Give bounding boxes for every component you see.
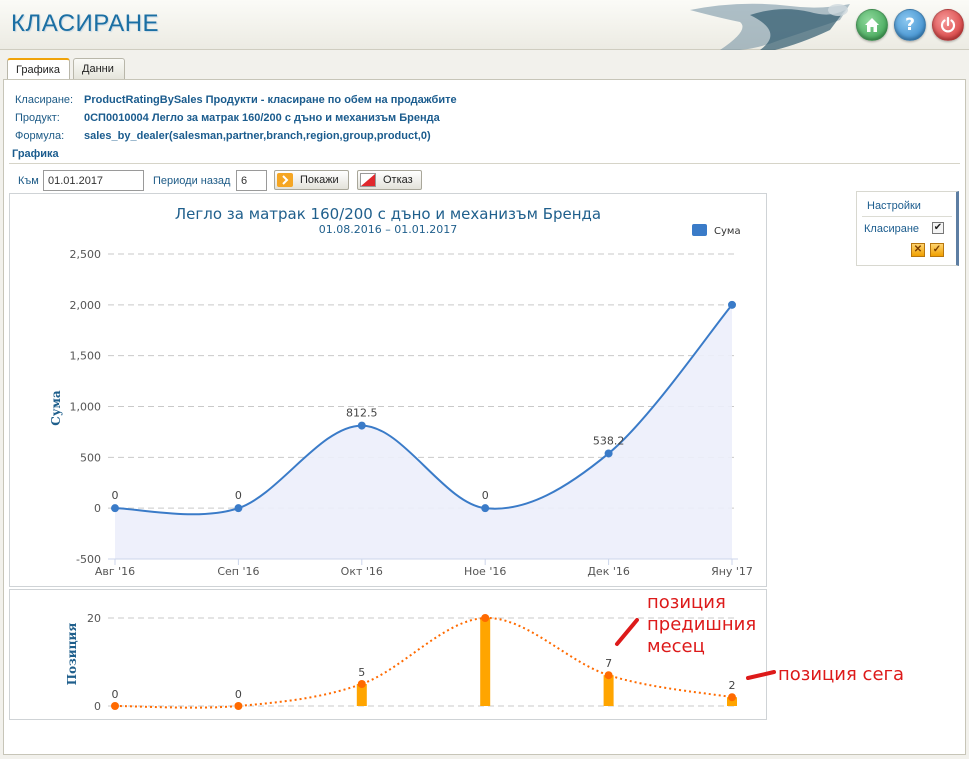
section-title: Графика xyxy=(12,148,59,160)
legend-swatch xyxy=(692,224,707,236)
app-title: КЛАСИРАНЕ xyxy=(11,10,160,37)
x-tick-label: Окт '16 xyxy=(341,565,383,578)
product-label: Продукт: xyxy=(15,112,60,124)
sales-point[interactable] xyxy=(604,449,613,458)
sales-point[interactable] xyxy=(234,504,243,513)
position-point[interactable] xyxy=(728,693,736,702)
position-point[interactable] xyxy=(604,671,613,680)
chart-subtitle: 01.08.2016 – 01.01.2017 xyxy=(319,223,457,236)
formula-value: sales_by_dealer(salesman,partner,branch,… xyxy=(84,130,431,142)
position-data-label: 5 xyxy=(358,666,365,679)
tab-chart[interactable]: Графика xyxy=(7,58,70,80)
cancel-button-label: Отказ xyxy=(383,174,413,186)
tab-data[interactable]: Данни xyxy=(73,58,125,79)
settings-panel: Настройки Класиране ✔ ✕ ✓ xyxy=(856,191,959,266)
position-y-tick-label: 0 xyxy=(94,700,101,713)
annotation-current: позиция сега xyxy=(778,664,905,685)
ranking-option-label: Класиране xyxy=(864,223,920,235)
y-tick-label: 1,500 xyxy=(70,350,102,363)
section-divider xyxy=(9,163,960,164)
position-y-axis-title: Позиция xyxy=(65,623,79,686)
bird-logo xyxy=(690,3,850,50)
y-tick-label: 500 xyxy=(80,451,101,464)
position-bar[interactable] xyxy=(603,675,614,706)
logout-button[interactable] xyxy=(932,9,964,41)
settings-title: Настройки xyxy=(867,200,921,212)
x-tick-label: Авг '16 xyxy=(95,565,135,578)
position-point[interactable] xyxy=(481,614,490,622)
product-value: 0СП0010004 Легло за матрак 160/200 с дън… xyxy=(84,112,440,124)
position-data-label: 7 xyxy=(605,657,612,670)
formula-label: Формула: xyxy=(15,130,65,142)
y-axis-title: Сума xyxy=(49,390,63,426)
x-tick-label: Сеп '16 xyxy=(217,565,259,578)
annotation-previous: позиция предишния месец xyxy=(647,592,757,657)
y-tick-label: 1,000 xyxy=(70,401,102,414)
main-panel: Класиране: ProductRatingBySales Продукти… xyxy=(3,79,966,755)
sales-data-label: 0 xyxy=(235,489,242,502)
ranking-checkbox[interactable]: ✔ xyxy=(932,222,944,234)
to-label: Към xyxy=(18,175,39,187)
position-point[interactable] xyxy=(357,680,366,688)
cancel-icon xyxy=(360,173,376,187)
position-y-tick-label: 20 xyxy=(87,612,101,625)
sales-data-label: 812.5 xyxy=(346,407,378,420)
ranking-value: ProductRatingBySales Продукти - класиран… xyxy=(84,94,457,106)
y-tick-label: 2,000 xyxy=(70,299,102,312)
show-button[interactable]: Покажи xyxy=(274,170,349,190)
sales-point[interactable] xyxy=(357,421,366,430)
home-icon xyxy=(865,18,879,32)
sales-area xyxy=(115,304,732,559)
legend[interactable]: Сума xyxy=(692,224,741,237)
arrow-right-icon xyxy=(277,173,293,187)
y-tick-label: 2,500 xyxy=(70,248,102,261)
help-button[interactable]: ? xyxy=(894,9,926,41)
sales-chart: 2,500 2,000 1,500 1,000 500 0 -500 Авг '16 Сеп … xyxy=(9,193,767,587)
sales-chart-svg: 2,5002,0001,5001,0005000-500 Авг '16 Сеп … xyxy=(49,205,753,578)
power-icon xyxy=(940,16,956,33)
position-point[interactable] xyxy=(234,702,243,710)
chart-title: Легло за матрак 160/200 с дъно и механиз… xyxy=(175,205,601,223)
y-tick-label: 0 xyxy=(94,502,101,515)
position-point[interactable] xyxy=(111,702,119,710)
x-tick-label: Ное '16 xyxy=(464,565,506,578)
legend-label: Сума xyxy=(714,226,741,237)
app-header: КЛАСИРАНЕ ? xyxy=(0,0,969,50)
settings-apply-button[interactable]: ✓ xyxy=(930,243,944,257)
settings-cancel-button[interactable]: ✕ xyxy=(911,243,925,257)
position-data-label: 0 xyxy=(235,688,242,701)
sales-data-label: 0 xyxy=(112,489,119,502)
annotation-arrow-current xyxy=(746,670,776,680)
sales-point[interactable] xyxy=(728,300,736,309)
to-date-input[interactable] xyxy=(43,170,144,191)
position-data-label: 0 xyxy=(112,688,119,701)
x-tick-label: Яну '17 xyxy=(711,565,753,578)
position-bar[interactable] xyxy=(480,618,491,706)
sales-point[interactable] xyxy=(111,504,119,513)
periods-label: Периоди назад xyxy=(153,175,231,187)
position-data-label: 2 xyxy=(729,679,736,692)
annotation-arrow-previous xyxy=(615,618,639,646)
sales-point[interactable] xyxy=(481,504,490,513)
periods-input[interactable] xyxy=(236,170,267,191)
ranking-label: Класиране: xyxy=(15,94,74,106)
home-button[interactable] xyxy=(856,9,888,41)
sales-data-label: 538.2 xyxy=(593,434,625,447)
x-tick-label: Дек '16 xyxy=(587,565,630,578)
sales-data-label: 0 xyxy=(482,489,489,502)
cancel-button[interactable]: Отказ xyxy=(357,170,422,190)
show-button-label: Покажи xyxy=(300,174,339,186)
settings-divider xyxy=(862,216,952,217)
help-icon: ? xyxy=(905,15,915,35)
